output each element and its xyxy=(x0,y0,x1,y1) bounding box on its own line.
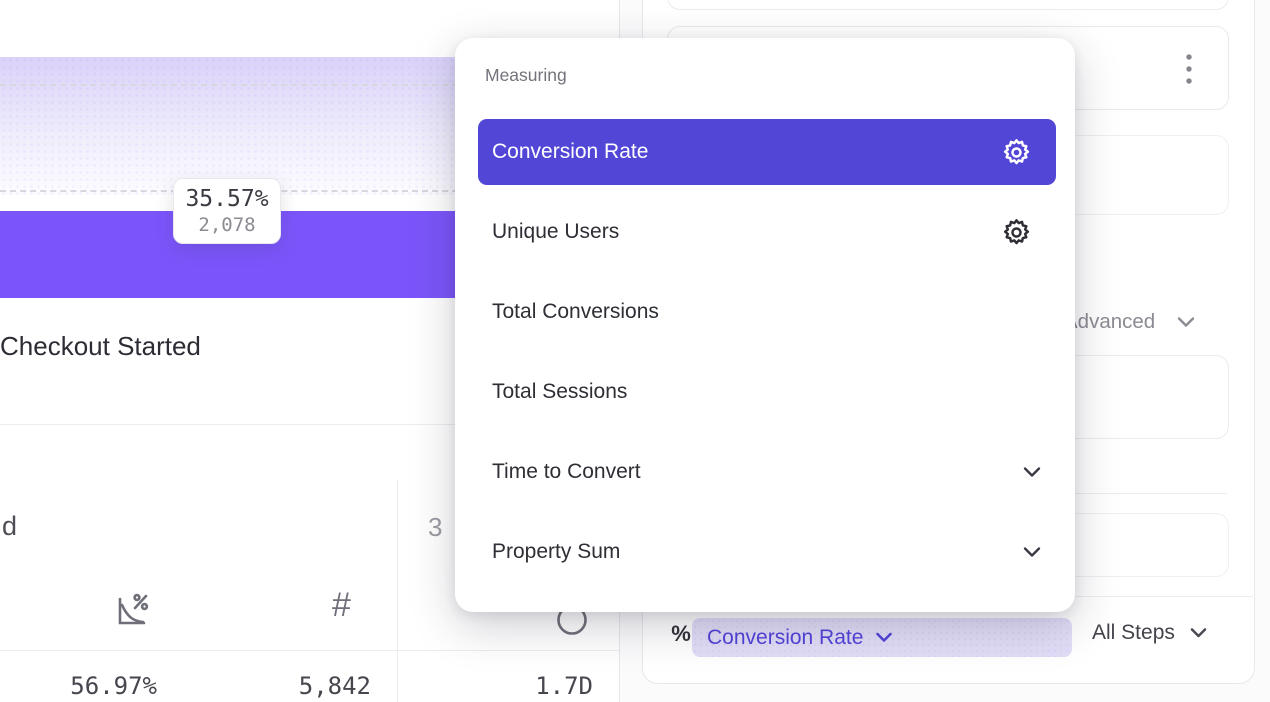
table-value-avg-time: 1.7D xyxy=(453,672,593,700)
tooltip-conversion-rate: 35.57% xyxy=(174,185,280,213)
menu-item-label: Total Sessions xyxy=(492,380,627,404)
menu-item-time-to-convert[interactable]: Time to Convert xyxy=(478,439,1056,505)
advanced-toggle[interactable]: Advanced xyxy=(1064,310,1155,334)
builder-row-card[interactable] xyxy=(667,0,1229,10)
menu-item-label: Conversion Rate xyxy=(492,140,648,164)
chevron-down-icon xyxy=(875,632,893,643)
count-icon: # xyxy=(332,586,351,625)
advanced-label: Advanced xyxy=(1064,310,1155,333)
table-step-header-truncated: d xyxy=(2,511,17,542)
table-value-conversion-rate: 56.97% xyxy=(17,672,157,700)
dropdown-section-label: Measuring xyxy=(485,65,567,86)
table-column-divider xyxy=(397,480,398,702)
conversion-rate-chart-icon xyxy=(111,591,151,631)
menu-item-conversion-rate[interactable]: Conversion Rate xyxy=(478,119,1056,185)
funnel-step-label: Checkout Started xyxy=(0,331,201,362)
menu-item-label: Time to Convert xyxy=(492,460,641,484)
table-row-divider xyxy=(0,650,619,651)
menu-item-property-sum[interactable]: Property Sum xyxy=(478,519,1056,585)
kebab-menu-icon[interactable] xyxy=(1181,51,1197,89)
gear-icon[interactable] xyxy=(1001,137,1032,168)
chevron-down-icon xyxy=(1189,627,1208,639)
table-next-step-number: 3 xyxy=(428,512,442,543)
menu-item-total-sessions[interactable]: Total Sessions xyxy=(478,359,1056,425)
steps-selector-button[interactable]: All Steps xyxy=(1092,621,1208,645)
menu-item-label: Property Sum xyxy=(492,540,620,564)
menu-item-total-conversions[interactable]: Total Conversions xyxy=(478,279,1056,345)
chevron-down-icon xyxy=(1022,546,1042,558)
percent-prefix-icon: % xyxy=(667,621,695,647)
funnel-tooltip: 35.57% 2,078 xyxy=(173,178,281,244)
menu-item-unique-users[interactable]: Unique Users xyxy=(478,199,1056,265)
measuring-dropdown: Measuring Conversion Rate Unique Users xyxy=(455,38,1075,612)
gear-icon[interactable] xyxy=(1001,217,1032,248)
table-value-count: 5,842 xyxy=(231,672,371,700)
app-window: 35.57% 2,078 Checkout Started d 3 # xyxy=(0,0,1270,702)
tooltip-count: 2,078 xyxy=(174,213,280,238)
chevron-down-icon[interactable] xyxy=(1176,316,1196,328)
menu-item-label: Total Conversions xyxy=(492,300,659,324)
measuring-selector-button[interactable]: Conversion Rate xyxy=(692,618,1072,657)
chevron-down-icon xyxy=(1022,466,1042,478)
steps-selected-value: All Steps xyxy=(1092,621,1175,645)
menu-item-label: Unique Users xyxy=(492,220,619,244)
measuring-selected-value: Conversion Rate xyxy=(707,626,863,650)
